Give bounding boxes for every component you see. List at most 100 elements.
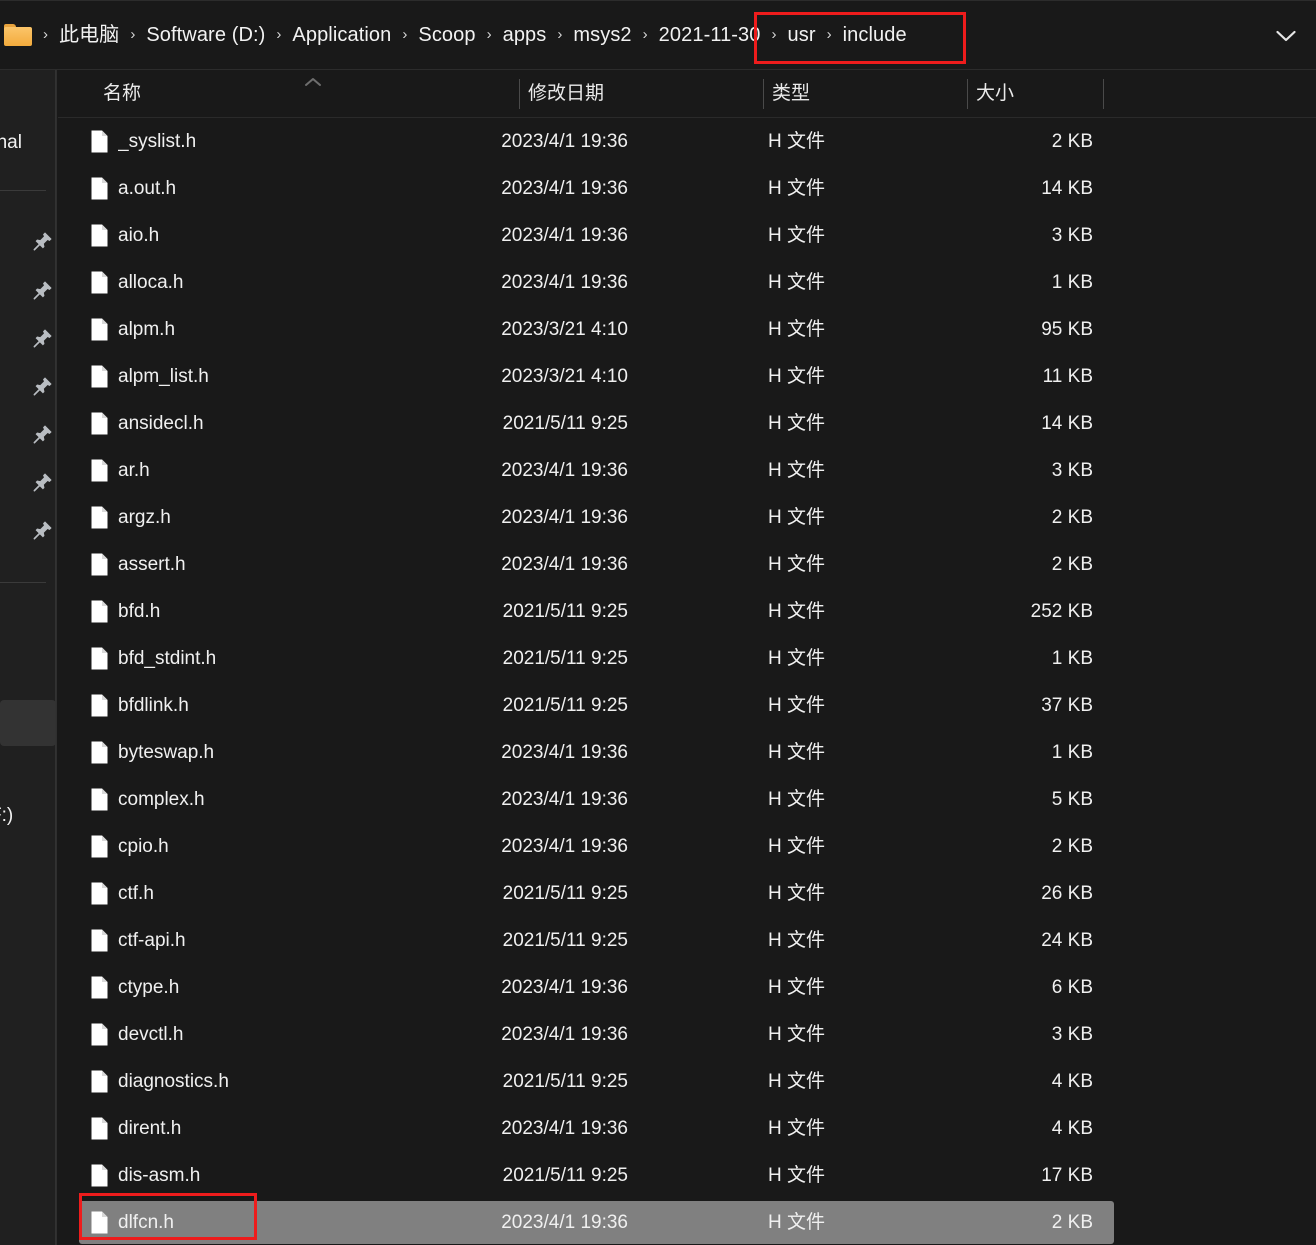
- file-date-cell: 2021/5/11 9:25: [502, 883, 628, 904]
- file-type-cell: H 文件: [768, 1071, 826, 1092]
- table-row[interactable]: ctf-api.h 2021/5/11 9:25 H 文件 24 KB: [58, 917, 1316, 964]
- document-icon: [91, 553, 108, 576]
- file-type-cell: H 文件: [768, 883, 826, 904]
- table-row[interactable]: dis-asm.h 2021/5/11 9:25 H 文件 17 KB: [58, 1152, 1316, 1199]
- file-size-cell: 1 KB: [1051, 742, 1093, 763]
- table-row[interactable]: a.out.h 2023/4/1 19:36 H 文件 14 KB: [58, 165, 1316, 212]
- nav-item-hover-highlight[interactable]: [0, 700, 56, 746]
- file-type-cell: H 文件: [768, 742, 826, 763]
- file-type-cell: H 文件: [768, 601, 826, 622]
- sort-ascending-icon: [301, 74, 325, 92]
- file-size-cell: 6 KB: [1051, 977, 1093, 998]
- breadcrumb-item-0[interactable]: 此电脑: [53, 0, 125, 70]
- file-type-cell: H 文件: [768, 225, 826, 246]
- breadcrumb-item-1[interactable]: Software (D:): [140, 0, 271, 70]
- table-row[interactable]: alloca.h 2023/4/1 19:36 H 文件 1 KB: [58, 259, 1316, 306]
- breadcrumb-item-5[interactable]: msys2: [567, 0, 637, 70]
- column-divider-size[interactable]: [967, 79, 968, 109]
- document-icon: [91, 835, 108, 858]
- folder-icon: [4, 24, 32, 46]
- pin-icon[interactable]: [32, 471, 54, 493]
- document-icon: [91, 1211, 108, 1234]
- navigation-pane[interactable]: onal F:): [0, 70, 57, 1245]
- breadcrumb-item-2[interactable]: Application: [286, 0, 397, 70]
- table-row[interactable]: diagnostics.h 2021/5/11 9:25 H 文件 4 KB: [58, 1058, 1316, 1105]
- file-date-cell: 2023/4/1 19:36: [501, 977, 628, 998]
- file-date-cell: 2021/5/11 9:25: [502, 1071, 628, 1092]
- file-size-cell: 2 KB: [1051, 507, 1093, 528]
- breadcrumb-item-3[interactable]: Scoop: [412, 0, 481, 70]
- table-row[interactable]: ctype.h 2023/4/1 19:36 H 文件 6 KB: [58, 964, 1316, 1011]
- pin-icon[interactable]: [32, 375, 54, 397]
- table-row[interactable]: dlfcn.h 2023/4/1 19:36 H 文件 2 KB: [58, 1199, 1316, 1245]
- table-row[interactable]: ar.h 2023/4/1 19:36 H 文件 3 KB: [58, 447, 1316, 494]
- column-header-row[interactable]: 名称 修改日期 类型 大小: [58, 70, 1316, 118]
- breadcrumb-item-7[interactable]: usr: [782, 0, 822, 70]
- file-type-cell: H 文件: [768, 460, 826, 481]
- column-header-date[interactable]: 修改日期: [528, 70, 604, 118]
- chevron-down-icon[interactable]: [1272, 22, 1300, 50]
- file-date-cell: 2023/4/1 19:36: [501, 507, 628, 528]
- file-date-cell: 2023/4/1 19:36: [501, 460, 628, 481]
- pin-icon[interactable]: [32, 423, 54, 445]
- document-icon: [91, 788, 108, 811]
- column-header-name[interactable]: 名称: [103, 70, 141, 118]
- table-row[interactable]: dirent.h 2023/4/1 19:36 H 文件 4 KB: [58, 1105, 1316, 1152]
- file-list[interactable]: _syslist.h 2023/4/1 19:36 H 文件 2 KB a.out.h 2…: [58, 118, 1316, 1245]
- nav-clipped-label-1[interactable]: F:): [0, 805, 13, 827]
- table-row[interactable]: bfdlink.h 2021/5/11 9:25 H 文件 37 KB: [58, 682, 1316, 729]
- table-row[interactable]: argz.h 2023/4/1 19:36 H 文件 2 KB: [58, 494, 1316, 541]
- breadcrumb-item-8[interactable]: include: [837, 0, 913, 70]
- column-divider-date[interactable]: [519, 79, 520, 109]
- file-date-cell: 2023/4/1 19:36: [501, 554, 628, 575]
- document-icon: [91, 694, 108, 717]
- file-type-cell: H 文件: [768, 178, 826, 199]
- table-row[interactable]: alpm_list.h 2023/3/21 4:10 H 文件 11 KB: [58, 353, 1316, 400]
- column-header-size[interactable]: 大小: [976, 70, 1014, 118]
- file-type-cell: H 文件: [768, 507, 826, 528]
- table-row[interactable]: assert.h 2023/4/1 19:36 H 文件 2 KB: [58, 541, 1316, 588]
- document-icon: [91, 459, 108, 482]
- table-row[interactable]: complex.h 2023/4/1 19:36 H 文件 5 KB: [58, 776, 1316, 823]
- file-size-cell: 2 KB: [1051, 836, 1093, 857]
- table-row[interactable]: ansidecl.h 2021/5/11 9:25 H 文件 14 KB: [58, 400, 1316, 447]
- pin-icon[interactable]: [32, 230, 54, 252]
- file-date-cell: 2023/4/1 19:36: [501, 1024, 628, 1045]
- nav-clipped-label-0[interactable]: onal: [0, 132, 22, 154]
- table-row[interactable]: devctl.h 2023/4/1 19:36 H 文件 3 KB: [58, 1011, 1316, 1058]
- document-icon: [91, 1023, 108, 1046]
- file-type-cell: H 文件: [768, 1212, 826, 1233]
- column-divider-end[interactable]: [1103, 79, 1104, 109]
- file-size-cell: 95 KB: [1041, 319, 1093, 340]
- breadcrumb-item-6[interactable]: 2021-11-30: [653, 0, 767, 70]
- pin-icon[interactable]: [32, 327, 54, 349]
- pin-icon[interactable]: [32, 279, 54, 301]
- document-icon: [91, 1117, 108, 1140]
- table-row[interactable]: alpm.h 2023/3/21 4:10 H 文件 95 KB: [58, 306, 1316, 353]
- breadcrumb-item-4[interactable]: apps: [497, 0, 553, 70]
- breadcrumb[interactable]: › 此电脑 › Software (D:) › Application › Scoop › app…: [0, 0, 913, 70]
- address-bar[interactable]: › 此电脑 › Software (D:) › Application › Scoop › app…: [0, 0, 1316, 70]
- pin-icon[interactable]: [32, 519, 54, 541]
- file-date-cell: 2021/5/11 9:25: [502, 601, 628, 622]
- file-date-cell: 2023/3/21 4:10: [501, 366, 628, 387]
- file-size-cell: 24 KB: [1041, 930, 1093, 951]
- file-type-cell: H 文件: [768, 554, 826, 575]
- table-row[interactable]: cpio.h 2023/4/1 19:36 H 文件 2 KB: [58, 823, 1316, 870]
- table-row[interactable]: _syslist.h 2023/4/1 19:36 H 文件 2 KB: [58, 118, 1316, 165]
- file-type-cell: H 文件: [768, 366, 826, 387]
- breadcrumb-separator: ›: [642, 26, 648, 43]
- file-size-cell: 5 KB: [1051, 789, 1093, 810]
- table-row[interactable]: aio.h 2023/4/1 19:36 H 文件 3 KB: [58, 212, 1316, 259]
- file-size-cell: 14 KB: [1041, 413, 1093, 434]
- table-row[interactable]: byteswap.h 2023/4/1 19:36 H 文件 1 KB: [58, 729, 1316, 776]
- file-date-cell: 2023/4/1 19:36: [501, 178, 628, 199]
- table-row[interactable]: ctf.h 2021/5/11 9:25 H 文件 26 KB: [58, 870, 1316, 917]
- file-type-cell: H 文件: [768, 1024, 826, 1045]
- table-row[interactable]: bfd_stdint.h 2021/5/11 9:25 H 文件 1 KB: [58, 635, 1316, 682]
- table-row[interactable]: bfd.h 2021/5/11 9:25 H 文件 252 KB: [58, 588, 1316, 635]
- column-header-type[interactable]: 类型: [772, 70, 810, 118]
- column-divider-type[interactable]: [763, 79, 764, 109]
- file-type-cell: H 文件: [768, 1165, 826, 1186]
- file-type-cell: H 文件: [768, 131, 826, 152]
